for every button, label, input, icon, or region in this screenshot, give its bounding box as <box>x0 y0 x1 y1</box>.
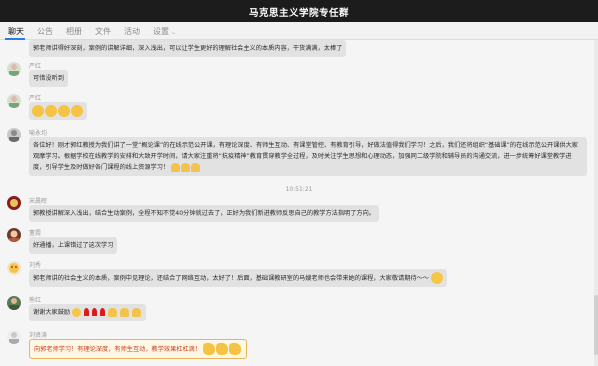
avatar-image <box>9 332 19 344</box>
avatar[interactable] <box>7 330 21 344</box>
message-text: 各位好！刚才郭红教授为我们讲了一堂“概论课”的在线示范公开课，有理论深度、有师生… <box>33 142 578 171</box>
pray-emoji-icon <box>181 162 191 172</box>
pray-emoji-icon <box>119 307 129 317</box>
avatar-image <box>9 230 19 242</box>
sender-name: 刘贤涛 <box>29 332 48 339</box>
message-bubble[interactable]: 郭老师讲得好深刻，案例的讲解详细，深入浅出，可以让学生更好的理解社会主义的本质内… <box>29 40 347 57</box>
message-bubble[interactable]: 谢谢大家鼓励 <box>29 304 146 321</box>
avatar-image <box>9 96 19 108</box>
window-title: 马克思主义学院专任群 <box>248 8 349 19</box>
tab-activity[interactable]: 活动 <box>124 26 140 37</box>
message-text: 郭老师讲的社会主义的本质，案例中见理论，还结合了网络互动，太好了！后面，基础课教… <box>33 275 429 282</box>
message-text: 谢谢大家鼓励 <box>33 309 71 316</box>
avatar-image <box>9 64 19 76</box>
avatar[interactable] <box>7 128 21 142</box>
message-bubble[interactable]: 各位好！刚才郭红教授为我们讲了一堂“概论课”的在线示范公开课，有理论深度、有师生… <box>29 137 587 176</box>
avatar[interactable] <box>7 228 21 242</box>
message-bubble[interactable]: 好通播，上课错过了这次学习 <box>29 237 118 254</box>
sender-name: 熊红 <box>29 297 42 304</box>
clap-emoji-icon <box>32 105 44 117</box>
smiling-face-emoji-icon <box>430 272 443 284</box>
smiling-face-emoji-icon <box>72 307 82 317</box>
message-bubble[interactable]: 郭老师讲的社会主义的本质，案例中见理论，还结合了网络互动，太好了！后面，基础课教… <box>29 269 447 287</box>
sender-name: 严红 <box>29 95 42 102</box>
avatar[interactable] <box>7 62 21 76</box>
pray-emoji-icon <box>107 307 117 317</box>
avatar[interactable] <box>7 296 21 310</box>
rose-emoji-icon <box>92 308 98 316</box>
message-text: 向郭老师学习！有理论深度，有师生互动，教学效果杠杠滴！ <box>34 346 202 353</box>
tab-album[interactable]: 相册 <box>66 26 82 37</box>
thumbs-up-emoji-icon <box>203 343 216 355</box>
message-timestamp: 10:51:21 <box>285 186 313 193</box>
rose-emoji-icon <box>84 308 90 316</box>
title-bar: 马克思主义学院专任群 <box>0 0 598 22</box>
message-bubble[interactable]: 可惜没听到 <box>29 70 68 87</box>
avatar-image <box>10 199 18 207</box>
chat-scrollbar[interactable] <box>594 40 598 366</box>
chat-area[interactable]: 郭老师讲得好深刻，案例的讲解详细，深入浅出，可以让学生更好的理解社会主义的本质内… <box>0 40 598 366</box>
tab-settings[interactable]: 设置 ⌄ <box>153 26 176 37</box>
message-bubble[interactable]: 向郭老师学习！有理论深度，有师生互动，教学效果杠杠滴！ <box>29 339 248 359</box>
sender-name: 刘秀 <box>29 262 42 269</box>
chevron-down-icon: ⌄ <box>171 29 177 36</box>
avatar[interactable] <box>7 94 21 108</box>
sender-name: 宋晨晖 <box>29 198 48 205</box>
pray-emoji-icon <box>131 307 141 317</box>
pray-emoji-icon <box>171 162 181 172</box>
tab-files[interactable]: 文件 <box>95 26 111 37</box>
pray-emoji-icon <box>191 162 201 172</box>
sender-name: 董霞 <box>29 230 42 237</box>
clap-emoji-icon <box>58 105 70 117</box>
scrollbar-thumb[interactable] <box>594 295 598 355</box>
thumbs-up-emoji-icon <box>229 343 242 355</box>
sender-name: 喻永均 <box>29 130 48 137</box>
avatar[interactable] <box>7 261 21 275</box>
rose-emoji-icon <box>100 308 105 316</box>
message-bubble[interactable]: 郭教授讲解深入浅出，结合生动案例，全程不知不觉40分钟就过去了，正好为我们新进教… <box>29 205 379 222</box>
tab-announcement[interactable]: 公告 <box>37 26 53 37</box>
avatar[interactable] <box>7 196 21 210</box>
message-bubble[interactable] <box>29 102 87 120</box>
sender-name: 严红 <box>29 63 42 70</box>
clap-emoji-icon <box>45 105 57 117</box>
avatar-image <box>9 130 19 142</box>
clap-emoji-icon <box>71 105 83 117</box>
thumbs-up-emoji-icon <box>216 343 229 355</box>
avatar-image <box>9 298 19 310</box>
tab-settings-label: 设置 <box>153 27 169 36</box>
tab-chat[interactable]: 聊天 <box>8 26 24 37</box>
tab-bar: 聊天 公告 相册 文件 活动 设置 ⌄ <box>0 22 598 40</box>
avatar-image <box>9 263 19 273</box>
